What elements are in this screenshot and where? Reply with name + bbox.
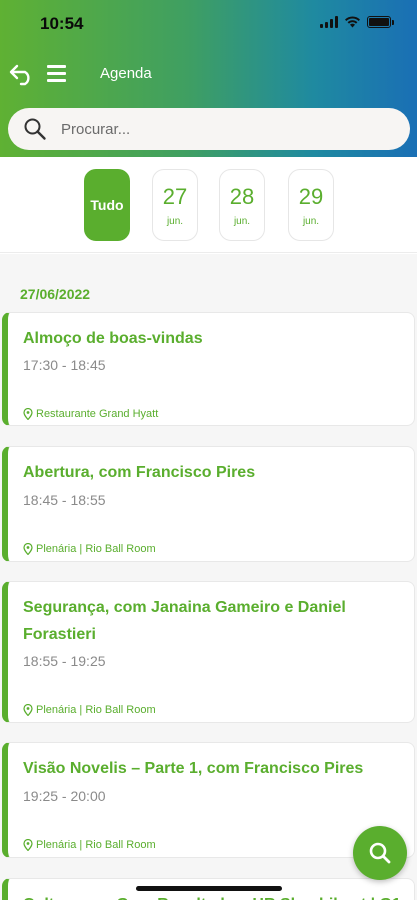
- event-location: Restaurante Grand Hyatt: [23, 408, 158, 420]
- event-location-label: Plenária | Rio Ball Room: [36, 543, 156, 555]
- date-tab-day: 28: [229, 184, 255, 209]
- location-pin-icon: [23, 543, 33, 555]
- event-title: Abertura, com Francisco Pires: [23, 464, 256, 481]
- date-tab-day: 29: [298, 184, 324, 209]
- event-location: Plenária | Rio Ball Room: [23, 543, 156, 555]
- home-indicator[interactable]: [136, 886, 282, 891]
- event-location: Plenária | Rio Ball Room: [23, 704, 156, 716]
- event-location-label: Plenária | Rio Ball Room: [36, 839, 156, 851]
- event-location-label: Restaurante Grand Hyatt: [36, 408, 159, 420]
- date-tab-27[interactable]: 27 jun.: [152, 169, 198, 241]
- event-card[interactable]: Abertura, com Francisco Pires 18:45 - 18…: [2, 446, 415, 562]
- event-time: 18:45 - 18:55: [23, 492, 106, 508]
- section-date-heading: 27/06/2022: [20, 286, 91, 302]
- event-title: Visão Novelis – Parte 1, com Francisco P…: [23, 760, 364, 777]
- event-time: 19:25 - 20:00: [23, 788, 106, 804]
- status-bar: 10:54: [0, 0, 417, 48]
- location-pin-icon: [23, 408, 33, 420]
- date-tab-month: jun.: [166, 216, 184, 227]
- event-card[interactable]: Visão Novelis – Parte 1, com Francisco P…: [2, 742, 415, 858]
- page-title: Agenda: [100, 65, 152, 82]
- date-tab-month: jun.: [233, 216, 251, 227]
- search-fab-button[interactable]: [353, 826, 407, 880]
- cellular-signal-icon: [320, 15, 338, 28]
- search-icon: [369, 842, 391, 864]
- wifi-icon: [345, 16, 360, 28]
- agenda-list[interactable]: 27/06/2022 Almoço de boas-vindas 17:30 -…: [0, 254, 417, 900]
- date-filter-tabs: Tudo 27 jun. 28 jun. 29 jun.: [0, 157, 417, 253]
- back-icon[interactable]: [8, 62, 36, 86]
- search-bar[interactable]: [8, 108, 410, 150]
- event-location: Plenária | Rio Ball Room: [23, 839, 156, 851]
- status-icons: [320, 15, 394, 28]
- header-bar: 10:54 Agenda: [0, 0, 417, 157]
- event-time: 18:55 - 19:25: [23, 653, 106, 669]
- location-pin-icon: [23, 839, 33, 851]
- date-tab-month: jun.: [302, 216, 320, 227]
- event-card[interactable]: Segurança, com Janaina Gameiro e Daniel …: [2, 581, 415, 723]
- event-title: Segurança, com Janaina Gameiro e Daniel …: [23, 599, 346, 643]
- location-pin-icon: [23, 704, 33, 716]
- event-location-label: Plenária | Rio Ball Room: [36, 704, 156, 716]
- date-tab-label: Tudo: [90, 197, 124, 213]
- event-title: Cultura que Gera Resultados, HR Shoshika…: [23, 891, 402, 900]
- battery-icon: [367, 15, 394, 28]
- menu-icon[interactable]: [47, 65, 67, 82]
- date-tab-day: 27: [162, 184, 188, 209]
- date-tab-all[interactable]: Tudo: [84, 169, 130, 241]
- search-input[interactable]: [61, 120, 361, 138]
- status-time: 10:54: [40, 14, 84, 33]
- date-tab-29[interactable]: 29 jun.: [288, 169, 334, 241]
- search-icon: [24, 118, 46, 140]
- event-time: 17:30 - 18:45: [23, 357, 106, 373]
- event-title: Almoço de boas-vindas: [23, 330, 203, 347]
- event-card[interactable]: Almoço de boas-vindas 17:30 - 18:45 Rest…: [2, 312, 415, 426]
- date-tab-28[interactable]: 28 jun.: [219, 169, 265, 241]
